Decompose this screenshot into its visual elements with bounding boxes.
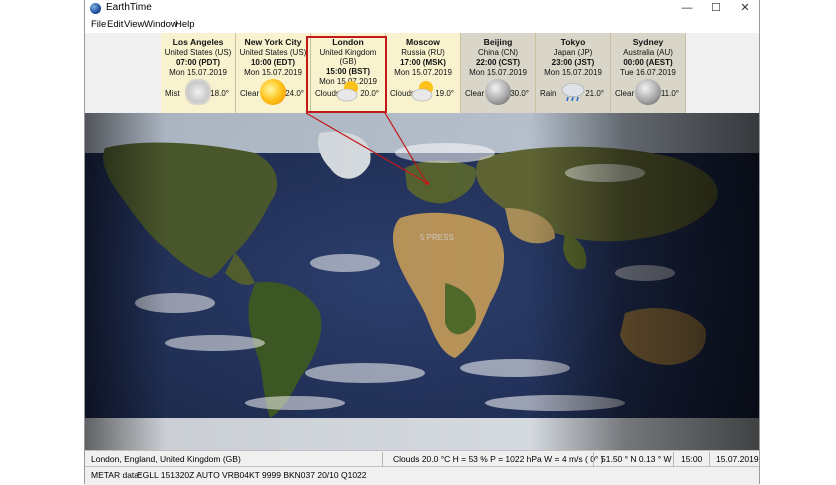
weather-condition: Rain — [540, 89, 557, 98]
status-coordinates: 51.50 ° N 0.13 ° W — [601, 454, 672, 464]
menu-file[interactable]: File — [91, 19, 106, 30]
city-country: United States (US) — [239, 48, 307, 57]
city-panel[interactable]: New York City United States (US) 10:00 (ED… — [236, 33, 311, 113]
city-weather: Clear 30.0° — [461, 79, 532, 105]
city-weather: Clear 11.0° — [611, 79, 682, 105]
status-bar: London, England, United Kingdom (GB) Clo… — [85, 450, 759, 467]
menu-edit[interactable]: Edit — [107, 19, 123, 30]
status-time: 15:00 — [681, 454, 703, 464]
city-weather: Mist 18.0° — [161, 79, 232, 105]
status-location: London, England, United Kingdom (GB) — [91, 454, 241, 464]
mist-icon — [185, 79, 211, 105]
metar-value: EGLL 151320Z AUTO VRB04KT 9999 BKN037 20… — [137, 470, 367, 480]
city-panel[interactable]: Beijing China (CN) 22:00 (CST) Mon 15.07.20… — [461, 33, 536, 113]
city-name: New York City — [244, 37, 302, 47]
city-date: Tue 16.07.2019 — [620, 68, 676, 77]
city-panel[interactable]: Sydney Australia (AU) 00:00 (AEST) Tue 16.0… — [611, 33, 686, 113]
window-title: EarthTime — [106, 2, 152, 13]
city-weather: Clear 24.0° — [236, 79, 307, 105]
metar-bar: METAR data: EGLL 151320Z AUTO VRB04KT 99… — [85, 466, 759, 485]
weather-condition: Clear — [240, 89, 260, 98]
city-name: Beijing — [483, 37, 513, 47]
status-separator — [673, 452, 674, 466]
status-separator — [709, 452, 710, 466]
city-panel[interactable]: Los Angeles United States (US) 07:00 (PDT)… — [161, 33, 236, 113]
city-panel[interactable]: Tokyo Japan (JP) 23:00 (JST) Mon 15.07.2019… — [536, 33, 611, 113]
map-watermark: 5 PRESS — [420, 233, 454, 242]
city-date: Mon 15.07.2019 — [469, 68, 527, 77]
weather-temperature: 21.0° — [585, 89, 604, 98]
earthtime-window: EarthTime — ☐ ✕ File Edit View Window He… — [84, 0, 760, 485]
menu-view[interactable]: View — [124, 19, 144, 30]
weather-temperature: 19.0° — [435, 89, 454, 98]
weather-temperature: 11.0° — [660, 89, 679, 98]
moon-icon — [635, 79, 661, 105]
london-marker[interactable] — [425, 181, 429, 185]
world-map[interactable]: 5 PRESS — [85, 113, 759, 450]
city-country: United States (US) — [164, 48, 232, 57]
city-weather: Clouds 19.0° — [386, 79, 457, 105]
city-date: Mon 15.07.2019 — [394, 68, 452, 77]
weather-condition: Mist — [165, 89, 180, 98]
city-time: 00:00 (AEST) — [623, 58, 673, 67]
sun-cloud-icon — [410, 79, 436, 105]
city-country: Australia (AU) — [623, 48, 673, 57]
rain-cloud-icon — [560, 79, 586, 105]
status-date: 15.07.2019 — [716, 454, 759, 464]
earth-app-icon — [90, 3, 101, 14]
city-name: Tokyo — [560, 37, 586, 47]
city-name: Moscow — [406, 37, 440, 47]
city-country: China (CN) — [477, 48, 518, 57]
weather-temperature: 18.0° — [210, 89, 229, 98]
city-time: 07:00 (PDT) — [175, 58, 220, 67]
city-name: Los Angeles — [172, 37, 224, 47]
moon-icon — [485, 79, 511, 105]
city-panel[interactable]: Moscow Russia (RU) 17:00 (MSK) Mon 15.07.20… — [386, 33, 461, 113]
sun-icon — [260, 79, 286, 105]
status-separator — [382, 452, 383, 466]
city-time: 17:00 (MSK) — [400, 58, 446, 67]
title-bar: EarthTime — ☐ ✕ — [85, 0, 759, 17]
weather-temperature: 24.0° — [285, 89, 304, 98]
city-name: Sydney — [632, 37, 664, 47]
menu-help[interactable]: Help — [175, 19, 195, 30]
city-country: Japan (JP) — [553, 48, 593, 57]
city-date: Mon 15.07.2019 — [244, 68, 302, 77]
city-time: 23:00 (JST) — [551, 58, 595, 67]
city-date: Mon 15.07.2019 — [544, 68, 602, 77]
city-time: 10:00 (EDT) — [250, 58, 295, 67]
weather-condition: Clear — [615, 89, 635, 98]
weather-condition: Clear — [465, 89, 485, 98]
city-time: 22:00 (CST) — [475, 58, 520, 67]
menu-window[interactable]: Window — [144, 19, 178, 30]
city-weather: Rain 21.0° — [536, 79, 607, 105]
city-date: Mon 15.07.2019 — [169, 68, 227, 77]
city-country: Russia (RU) — [401, 48, 445, 57]
menu-bar: File Edit View Window Help — [85, 17, 759, 33]
close-button[interactable]: ✕ — [731, 0, 759, 17]
minimize-button[interactable]: — — [673, 0, 701, 17]
city-clock-strip: Los Angeles United States (US) 07:00 (PDT)… — [161, 33, 686, 113]
weather-temperature: 30.0° — [510, 89, 529, 98]
maximize-button[interactable]: ☐ — [702, 0, 730, 17]
selected-city-highlight — [306, 36, 387, 113]
status-separator — [593, 452, 594, 466]
night-terminator-shade — [85, 113, 759, 450]
status-weather: Clouds 20.0 °C H = 53 % P = 1022 hPa W =… — [393, 454, 604, 464]
metar-label: METAR data: — [91, 470, 142, 480]
